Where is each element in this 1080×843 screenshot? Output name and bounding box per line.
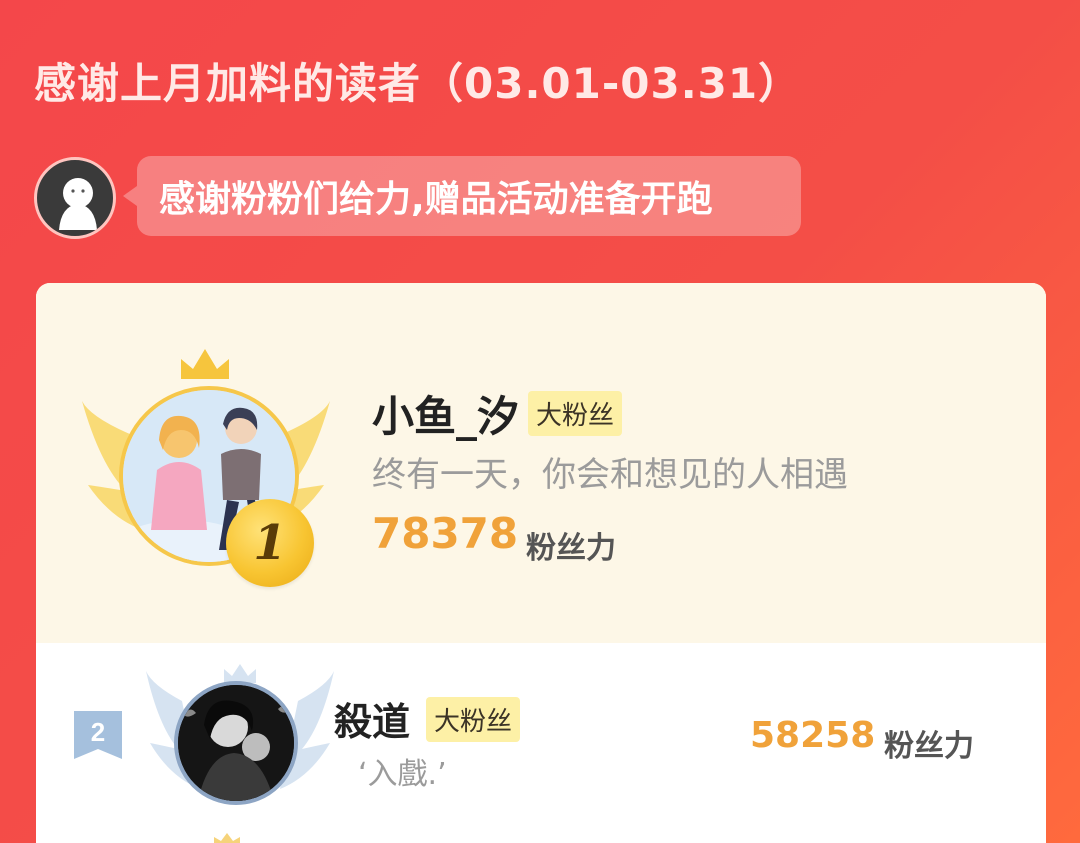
rank-2-motto: ‘入戲.’	[358, 757, 447, 792]
rank-1-section[interactable]: 1 小鱼_汐 大粉丝 终有一天，你会和想见的人相遇 78378 粉丝力	[36, 283, 1046, 643]
rank-1-motto: 终有一天，你会和想见的人相遇	[372, 455, 848, 495]
rank-2-flag-icon: 2	[74, 711, 122, 759]
announcement-text: 感谢粉粉们给力,赠品活动准备开跑	[159, 179, 713, 220]
header-title: 感谢上月加料的读者（03.01-03.31）	[34, 59, 802, 108]
rank-2-avatar[interactable]	[174, 681, 298, 805]
rank-1-fan-badge: 大粉丝	[528, 391, 623, 436]
rank-1-name: 小鱼_汐	[372, 392, 520, 441]
announcement-avatar[interactable]	[34, 157, 116, 239]
rank-3-crown-icon	[214, 833, 240, 843]
ghost-avatar-icon	[59, 178, 97, 230]
rank-1-score-unit: 粉丝力	[526, 531, 616, 566]
rank-2-fan-badge: 大粉丝	[426, 697, 521, 742]
dark-anime-avatar	[178, 685, 294, 801]
announcement-bubble: 感谢粉粉们给力,赠品活动准备开跑	[123, 156, 801, 236]
ranking-card: 1 小鱼_汐 大粉丝 终有一天，你会和想见的人相遇 78378 粉丝力 2 殺道…	[36, 283, 1046, 843]
rank-1-medal: 1	[226, 499, 314, 587]
rank-2-number: 2	[91, 717, 105, 747]
gold-crown-icon	[181, 349, 229, 379]
rank-2-score-unit: 粉丝力	[884, 729, 974, 764]
rank-2-score: 58258	[750, 715, 876, 756]
rank-2-name: 殺道	[334, 700, 411, 744]
rank-1-score: 78378	[372, 509, 519, 558]
